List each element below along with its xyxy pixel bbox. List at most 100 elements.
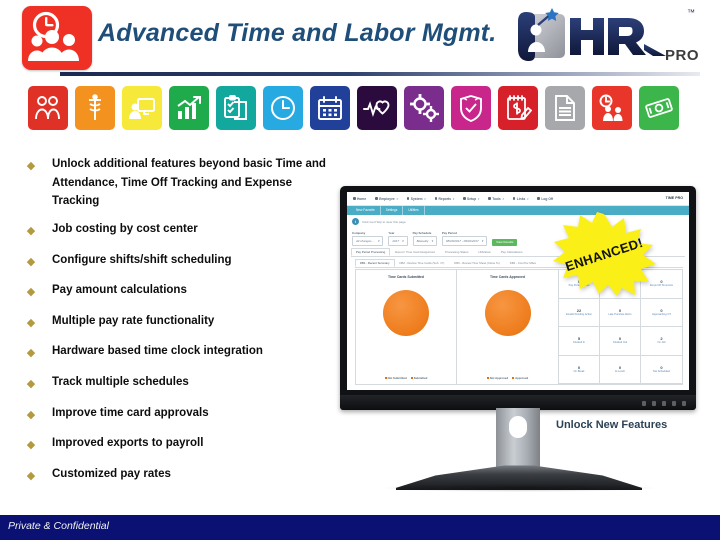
confidentiality-notice: Private & Confidential — [8, 520, 109, 532]
stat-label: At Lunch — [614, 369, 626, 373]
calendar-icon — [310, 86, 350, 130]
exit-icon — [537, 197, 540, 200]
monitor-button[interactable] — [652, 401, 656, 406]
monitor-button[interactable] — [642, 401, 646, 406]
feature-icon-strip — [28, 86, 696, 132]
pie-chart-submitted — [383, 290, 429, 336]
shield-check-icon — [451, 86, 491, 130]
subtab-db2-review-time-cards[interactable]: DB2 - Review Time Cards (Sub. / P) — [395, 259, 450, 267]
caduceus-medical-icon — [75, 86, 115, 130]
nav-label: Setup — [467, 196, 477, 201]
stat-cell[interactable]: 0 Clocked Out — [600, 327, 641, 356]
bullet-diamond-icon: ◆ — [26, 439, 36, 452]
dashboard-brand: TIME PRO — [665, 196, 683, 200]
bullet-diamond-icon: ◆ — [26, 347, 36, 360]
list-item-label: Track multiple schedules — [52, 376, 189, 388]
stat-label: On Break — [573, 369, 585, 373]
stat-cell[interactable]: 22 Emails Pending Action — [559, 298, 600, 327]
wrench-icon — [488, 197, 491, 200]
nav-item-tools[interactable]: Tools ▾ — [488, 197, 504, 201]
legend-label: Not Approved — [489, 376, 509, 380]
chevron-down-icon: ▾ — [377, 238, 380, 243]
chevron-down-icon: ▾ — [424, 196, 426, 201]
stat-cell[interactable]: 0 On Break — [559, 355, 600, 384]
chevron-down-icon: ▾ — [452, 196, 454, 201]
cable-hole — [509, 416, 527, 438]
panel-title: Time Cards Approved — [489, 275, 526, 279]
list-item: ◆ Customized pay rates — [26, 465, 336, 484]
legend-not-approved: Not Approved — [486, 376, 509, 380]
subtab-db3-review-time-sheet[interactable]: DB3 - Review Time Sheet (Close To) — [449, 259, 505, 267]
legend-label: Submitted — [413, 376, 428, 380]
tab-pay-period-processing[interactable]: Pay Period Processing — [351, 247, 391, 256]
bullet-diamond-icon: ◆ — [26, 378, 36, 390]
stat-cell[interactable]: 0 At Lunch — [600, 355, 641, 384]
legend-label: Approved — [515, 376, 529, 380]
nav-item-logoff[interactable]: Log Off — [537, 197, 553, 201]
list-item: ◆ Job costing by cost center — [26, 220, 336, 239]
nav-item-links[interactable]: Links ▾ — [512, 197, 528, 201]
tab-processing-status[interactable]: Processing Status — [440, 248, 473, 256]
subnav-utilities[interactable]: Utilities — [403, 206, 425, 215]
heartbeat-icon — [357, 86, 397, 130]
nav-label: Tools — [492, 196, 501, 201]
monitor-button[interactable] — [662, 401, 666, 406]
pay-period-select[interactable]: 08/20/2017 - 09/02/2017 ▾ — [441, 236, 488, 246]
stat-cell[interactable]: 2 On Job — [641, 327, 682, 356]
stat-cell[interactable]: 0 Not Scheduled — [641, 356, 682, 384]
grid-icon — [434, 197, 438, 200]
nav-label: Log Off — [541, 196, 554, 201]
view-results-button[interactable]: View Results — [492, 238, 518, 246]
pie-legend: Not Submitted Submitted — [384, 376, 428, 380]
stat-cell[interactable]: 0 Late Punches Alerts — [600, 298, 641, 327]
monitor-button[interactable] — [672, 401, 676, 406]
pie-legend: Not Approved Approved — [486, 376, 529, 380]
hr-pro-logo: ™ PRO — [508, 6, 703, 68]
list-item: ◆ Improve time card approvals — [26, 404, 336, 423]
trademark-symbol: ™ — [687, 8, 695, 17]
year-select[interactable]: 2017 ▾ — [388, 236, 408, 246]
subtab-db1-recent-summary[interactable]: DB1 - Recent Summary — [355, 258, 395, 267]
list-item-label: Unlock additional features beyond basic … — [52, 158, 326, 208]
monitor-buttons[interactable] — [642, 401, 686, 406]
chevron-down-icon: ▾ — [477, 196, 480, 201]
tab-utilization[interactable]: Utilization — [473, 248, 496, 256]
filter-label: Pay Schedule — [412, 230, 432, 235]
chevron-down-icon: ▾ — [431, 238, 433, 243]
legend-submitted: Submitted — [410, 376, 428, 380]
legend-label: Not Submitted — [387, 376, 407, 380]
panel-time-cards-approved: Time Cards Approved Not Approved Approve… — [457, 269, 559, 385]
stat-label: Clocked Out — [612, 341, 628, 345]
info-icon[interactable]: i — [352, 218, 359, 225]
filter-label: Pay Period — [441, 230, 457, 235]
subnav-new-favorite[interactable]: New Favorite — [351, 206, 381, 215]
subtab-db4-cost-per-miles[interactable]: DB4 - Cost Per Miles — [505, 259, 541, 267]
nav-item-home[interactable]: Home — [353, 197, 366, 201]
gears-settings-icon — [404, 86, 444, 130]
subnav-settings[interactable]: Settings — [381, 206, 404, 215]
nav-item-setup[interactable]: Setup ▾ — [463, 197, 479, 201]
list-item-label: Customized pay rates — [52, 467, 171, 480]
person-monitor-icon — [122, 86, 162, 130]
monitor-power-button[interactable] — [682, 401, 686, 406]
dashboard-navbar: Home Employee ▾ System ▾ Reports ▾ Setup… — [347, 192, 689, 206]
people-icon — [28, 86, 68, 130]
pay-schedule-select[interactable]: Biweekly ▾ — [412, 236, 437, 246]
filter-year: Year 2017 ▾ — [388, 231, 408, 246]
tab-pay-calculations[interactable]: Pay Calculations — [496, 248, 528, 256]
nav-item-system[interactable]: System ▾ — [406, 196, 426, 201]
document-lines-icon — [545, 86, 585, 130]
tab-export-time-card-assignment[interactable]: Export / Time Card Assignment — [390, 248, 440, 256]
pay-schedule-value: Biweekly — [416, 238, 429, 243]
clock-people-icon — [22, 6, 92, 70]
nav-item-employee[interactable]: Employee ▾ — [375, 197, 398, 201]
company-select[interactable]: All changes ... ▾ — [352, 236, 384, 246]
stat-cell[interactable]: 0 Approaching OT — [641, 299, 682, 327]
nav-item-reports[interactable]: Reports ▾ — [434, 196, 454, 201]
stat-cell[interactable]: 5 Clocked In — [559, 327, 600, 356]
nav-label: Employee — [379, 196, 395, 201]
stat-label: Late Punches Alerts — [608, 312, 632, 316]
nav-label: Home — [357, 196, 367, 201]
pie-chart-approved — [484, 290, 531, 336]
unlock-new-features-caption: Unlock New Features — [556, 419, 668, 431]
